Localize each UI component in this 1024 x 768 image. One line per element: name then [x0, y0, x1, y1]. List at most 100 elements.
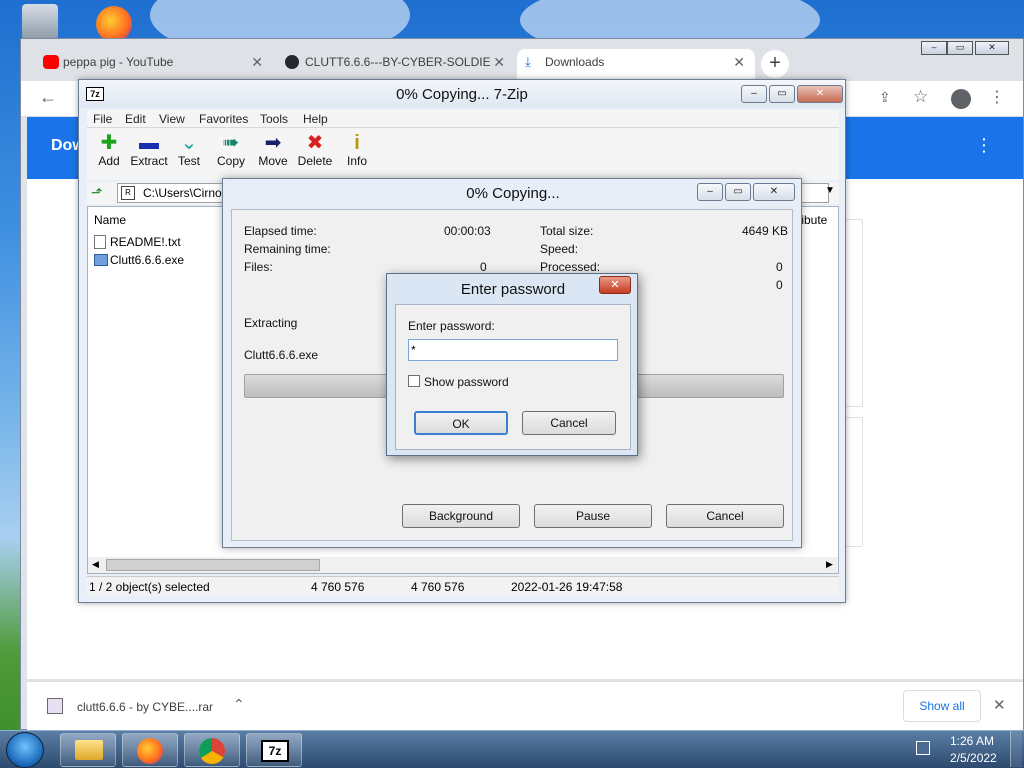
profile-icon[interactable] — [951, 89, 971, 109]
column-header-name[interactable]: Name — [94, 213, 126, 227]
text-file-icon — [94, 235, 106, 249]
taskbar: 7z 1:26 AM 2/5/2022 — [0, 730, 1024, 768]
start-button[interactable] — [6, 732, 44, 768]
bookmark-star-icon[interactable]: ☆ — [913, 87, 928, 107]
new-tab-button[interactable]: + — [761, 50, 789, 78]
7zip-icon[interactable]: 7z — [246, 733, 302, 767]
ok-button[interactable]: OK — [414, 411, 508, 435]
show-desktop-button[interactable] — [1010, 731, 1022, 767]
minimize-button[interactable]: – — [741, 85, 767, 103]
menu-help[interactable]: Help — [303, 112, 328, 126]
share-icon[interactable]: ⇪ — [879, 89, 891, 106]
list-item[interactable]: Clutt6.6.6.exe — [92, 251, 222, 269]
window-title: 0% Copying... 7-Zip — [396, 86, 528, 103]
close-button[interactable]: ✕ — [753, 183, 795, 201]
tab-downloads[interactable]: ⤓ Downloads ✕ — [517, 49, 755, 81]
info-button[interactable]: i Info — [335, 132, 379, 168]
background-button[interactable]: Background — [402, 504, 520, 528]
elapsed-time-label: Elapsed time: — [244, 224, 317, 238]
show-all-button[interactable]: Show all — [903, 690, 981, 722]
info-icon: i — [354, 132, 360, 154]
close-window-button[interactable]: ✕ — [975, 41, 1009, 55]
horizontal-scrollbar[interactable]: ◀ ▶ — [88, 557, 838, 573]
download-shelf: clutt6.6.6 - by CYBE....rar ⌃ Show all ✕ — [27, 681, 1023, 731]
scroll-right-icon[interactable]: ▶ — [826, 559, 833, 570]
list-item[interactable]: README!.txt — [92, 233, 222, 251]
network-icon[interactable] — [916, 741, 930, 755]
status-bar: 1 / 2 object(s) selected 4 760 576 4 760… — [87, 576, 839, 596]
close-button[interactable]: ✕ — [797, 85, 843, 103]
menu-favorites[interactable]: Favorites — [199, 112, 248, 126]
7zip-titlebar: 7z 0% Copying... 7-Zip – ▭ ✕ — [79, 80, 845, 108]
close-shelf-icon[interactable]: ✕ — [993, 696, 1006, 714]
cancel-button[interactable]: Cancel — [522, 411, 616, 435]
processed-value: 0 — [776, 260, 783, 274]
clock-date[interactable]: 2/5/2022 — [950, 751, 997, 765]
scroll-left-icon[interactable]: ◀ — [92, 559, 99, 570]
file-name: README!.txt — [110, 235, 181, 249]
download-item-name[interactable]: clutt6.6.6 - by CYBE....rar — [77, 700, 213, 714]
file-name: Clutt6.6.6.exe — [110, 253, 185, 267]
pause-button[interactable]: Pause — [534, 504, 652, 528]
folder-up-icon[interactable]: ⬏ — [91, 184, 103, 201]
scroll-thumb[interactable] — [106, 559, 320, 571]
menu-edit[interactable]: Edit — [125, 112, 146, 126]
close-tab-icon[interactable]: ✕ — [733, 49, 745, 75]
firefox-icon[interactable] — [122, 733, 178, 767]
minimize-button[interactable]: – — [921, 41, 947, 55]
delete-icon: ✖ — [306, 132, 324, 154]
path-dropdown-icon[interactable]: ▼ — [825, 185, 835, 196]
tab-label: CLUTT6.6.6---BY-CYBER-SOLDIE — [305, 55, 491, 69]
maximize-button[interactable]: ▭ — [769, 85, 795, 103]
password-dialog: Enter password ✕ Enter password: * Show … — [386, 273, 638, 456]
action-label: Extracting — [244, 316, 298, 330]
menu-tools[interactable]: Tools — [260, 112, 288, 126]
explorer-icon[interactable] — [60, 733, 116, 767]
test-button[interactable]: ⌄ Test — [167, 132, 211, 168]
add-icon: ✚ — [100, 132, 118, 154]
test-icon: ⌄ — [180, 132, 198, 154]
move-button[interactable]: ➡ Move — [251, 132, 295, 168]
total-size-value: 4649 KB — [742, 224, 789, 238]
delete-button[interactable]: ✖ Delete — [293, 132, 337, 168]
clock-time[interactable]: 1:26 AM — [950, 734, 994, 748]
download-icon: ⤓ — [525, 54, 531, 69]
back-icon[interactable]: ← — [39, 87, 57, 108]
recycle-bin-icon[interactable] — [22, 4, 58, 40]
password-panel: Enter password: * Show password OK Cance… — [395, 304, 631, 450]
tab-youtube[interactable]: peppa pig - YouTube ✕ — [35, 49, 273, 81]
minimize-button[interactable]: – — [697, 183, 723, 201]
password-input[interactable]: * — [408, 339, 618, 361]
more-options-icon[interactable]: ⋮ — [975, 135, 993, 156]
close-button[interactable]: ✕ — [599, 276, 631, 294]
path-text: C:\Users\Cirno — [143, 186, 222, 200]
firefox-desktop-icon[interactable] — [96, 6, 132, 42]
files-value: 0 — [480, 260, 487, 274]
copy-icon: ➠ — [222, 132, 240, 154]
youtube-icon — [43, 55, 59, 69]
extract-button[interactable]: ▬ Extract — [127, 132, 171, 168]
maximize-button[interactable]: ▭ — [725, 183, 751, 201]
processed-label: Processed: — [540, 260, 601, 274]
github-icon — [285, 55, 299, 69]
copy-button[interactable]: ➠ Copy — [209, 132, 253, 168]
chevron-up-icon[interactable]: ⌃ — [233, 696, 245, 713]
chrome-menu-icon[interactable]: ⋮ — [989, 87, 1005, 107]
speed-label: Speed: — [540, 242, 579, 256]
menu-file[interactable]: File — [93, 112, 112, 126]
maximize-button[interactable]: ▭ — [947, 41, 973, 55]
tab-label: peppa pig - YouTube — [63, 55, 174, 69]
add-button[interactable]: ✚ Add — [87, 132, 131, 168]
menu-view[interactable]: View — [159, 112, 185, 126]
tab-label: Downloads — [545, 55, 605, 69]
status-packed-size: 4 760 576 — [411, 580, 465, 594]
close-tab-icon[interactable]: ✕ — [493, 49, 505, 75]
cancel-button[interactable]: Cancel — [666, 504, 784, 528]
tab-github[interactable]: CLUTT6.6.6---BY-CYBER-SOLDIE ✕ — [277, 49, 515, 81]
close-tab-icon[interactable]: ✕ — [251, 49, 263, 75]
password-label: Enter password: — [408, 319, 495, 333]
menu-bar: File Edit View Favorites Tools Help — [87, 110, 839, 128]
status-size: 4 760 576 — [311, 580, 365, 594]
show-password-checkbox[interactable] — [408, 375, 420, 387]
chrome-icon[interactable] — [184, 733, 240, 767]
